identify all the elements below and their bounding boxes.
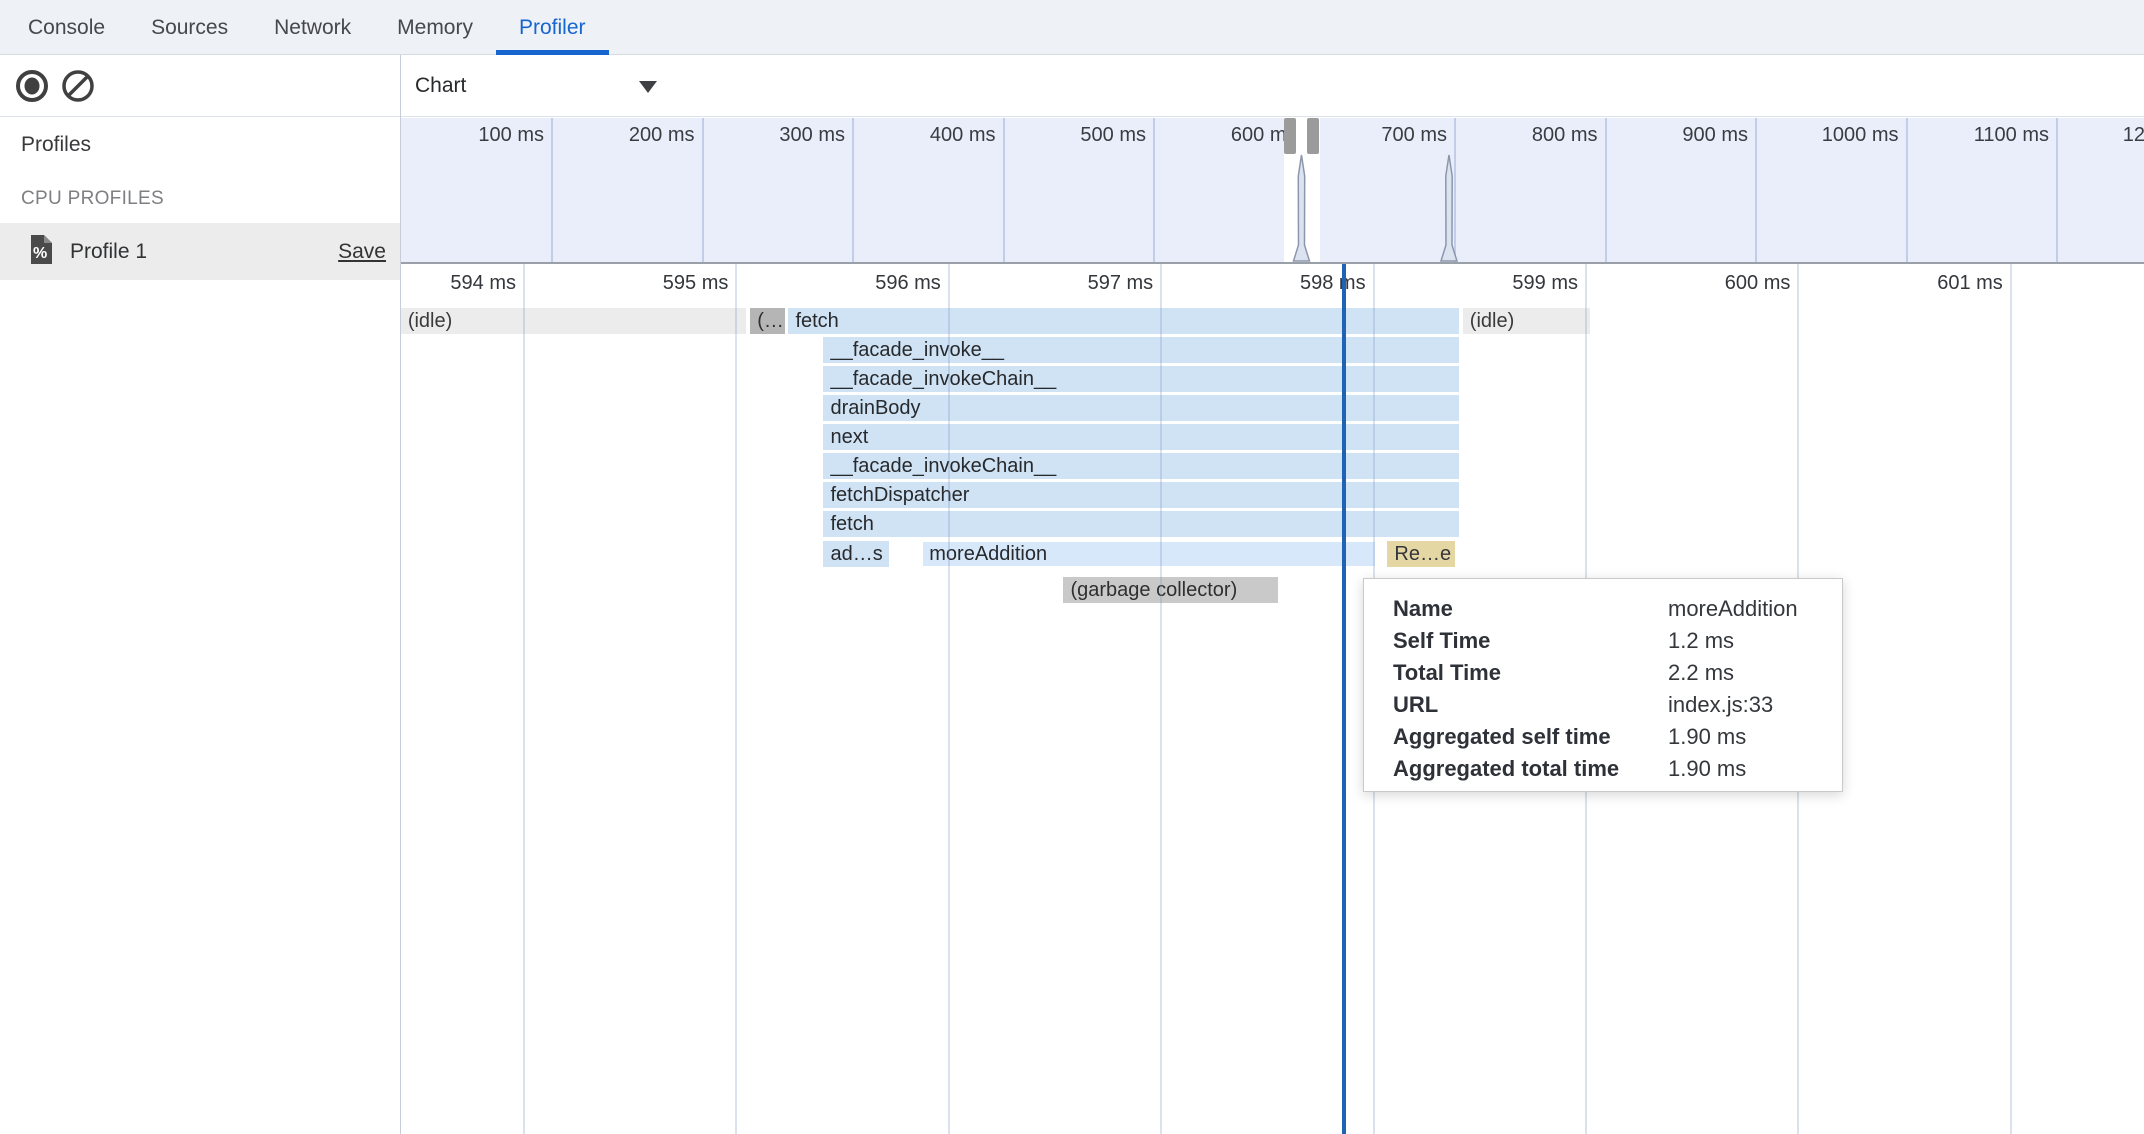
svg-text:%: % — [33, 245, 47, 262]
tooltip-value: 1.90 ms — [1668, 756, 1746, 781]
view-mode-select[interactable]: Chart — [415, 66, 665, 106]
flame-frame-moreaddition[interactable]: moreAddition — [922, 541, 1375, 567]
detail-gridline — [1160, 264, 1162, 1134]
tooltip-label: Name — [1393, 593, 1668, 625]
selection-left-handle[interactable] — [1284, 118, 1296, 154]
sidebar-item-profile-1[interactable]: % Profile 1 Save — [0, 223, 400, 280]
file-percent-icon: % — [28, 234, 54, 270]
detail-tick-label: 601 ms — [1843, 272, 2003, 295]
tab-console[interactable]: Console — [5, 0, 128, 54]
devtools-window: ConsoleSourcesNetworkMemoryProfiler Char… — [0, 0, 2144, 1134]
flame-frame--garbage-collector-[interactable]: (garbage collector) — [1063, 577, 1278, 603]
selection-right-handle[interactable] — [1307, 118, 1319, 154]
detail-tick-label: 600 ms — [1630, 272, 1790, 295]
tooltip-row: Aggregated self time1.90 ms — [1393, 721, 1842, 753]
devtools-tabbar: ConsoleSourcesNetworkMemoryProfiler — [0, 0, 2144, 55]
clear-profiles-button[interactable] — [60, 68, 96, 104]
flame-frame--[interactable]: (… — [750, 308, 785, 334]
flame-frame-fetch[interactable]: fetch — [788, 308, 1458, 334]
tooltip-label: Aggregated total time — [1393, 753, 1668, 785]
view-mode-value: Chart — [415, 74, 466, 98]
tab-memory[interactable]: Memory — [374, 0, 496, 54]
flame-frame--idle-[interactable]: (idle) — [401, 308, 746, 334]
detail-gridline — [735, 264, 737, 1134]
chevron-down-icon — [639, 81, 657, 93]
record-profile-button[interactable] — [14, 68, 50, 104]
tooltip-value: index.js:33 — [1668, 692, 1773, 717]
record-icon — [14, 92, 50, 107]
tooltip-value: 1.2 ms — [1668, 628, 1734, 653]
flame-frame--facade-invokechain-[interactable]: __facade_invokeChain__ — [823, 366, 1458, 392]
detail-tick-label: 599 ms — [1418, 272, 1578, 295]
current-time-marker — [1342, 264, 1346, 1134]
tooltip-value: moreAddition — [1668, 596, 1798, 621]
detail-tick-label: 596 ms — [781, 272, 941, 295]
tooltip-label: Total Time — [1393, 657, 1668, 689]
profiles-sidebar: Profiles CPU PROFILES % Profile 1 Save — [0, 117, 400, 1134]
flame-frame-re-e[interactable]: Re…e — [1387, 541, 1455, 567]
tab-sources[interactable]: Sources — [128, 0, 251, 54]
tooltip-value: 2.2 ms — [1668, 660, 1734, 685]
flame-frame-fetchdispatcher[interactable]: fetchDispatcher — [823, 482, 1458, 508]
detail-tick-label: 597 ms — [993, 272, 1153, 295]
tooltip-row: Total Time2.2 ms — [1393, 657, 1842, 689]
tab-network[interactable]: Network — [251, 0, 374, 54]
tooltip-label: Self Time — [1393, 625, 1668, 657]
tab-profiler[interactable]: Profiler — [496, 0, 609, 54]
profiles-header: Profiles — [21, 133, 400, 157]
tooltip-row: Self Time1.2 ms — [1393, 625, 1842, 657]
tooltip-row: URLindex.js:33 — [1393, 689, 1842, 721]
detail-gridline — [523, 264, 525, 1134]
save-profile-link[interactable]: Save — [338, 240, 386, 264]
profiler-toolbar — [0, 56, 400, 117]
flame-frame--idle-[interactable]: (idle) — [1463, 308, 1590, 334]
overview-activity-spikes — [401, 118, 2144, 262]
tooltip-label: Aggregated self time — [1393, 721, 1668, 753]
detail-tick-label: 594 ms — [401, 272, 516, 295]
tooltip-row: Aggregated total time1.90 ms — [1393, 753, 1842, 785]
frame-tooltip: NamemoreAdditionSelf Time1.2 msTotal Tim… — [1363, 578, 1843, 792]
flame-frame-next[interactable]: next — [823, 424, 1458, 450]
profile-item-label: Profile 1 — [70, 240, 147, 264]
flame-frame-ad-s[interactable]: ad…s — [823, 541, 889, 567]
flame-frame--facade-invoke-[interactable]: __facade_invoke__ — [823, 337, 1458, 363]
clear-icon — [60, 92, 96, 107]
tooltip-value: 1.90 ms — [1668, 724, 1746, 749]
tooltip-label: URL — [1393, 689, 1668, 721]
flame-frame-drainbody[interactable]: drainBody — [823, 395, 1458, 421]
detail-gridline — [948, 264, 950, 1134]
timeline-overview[interactable]: 100 ms200 ms300 ms400 ms500 ms600 ms700 … — [401, 118, 2144, 264]
detail-tick-label: 595 ms — [568, 272, 728, 295]
cpu-profiles-section-label: CPU PROFILES — [21, 188, 400, 210]
flame-chart[interactable]: 594 ms595 ms596 ms597 ms598 ms599 ms600 … — [401, 264, 2144, 1134]
flame-frame--facade-invokechain-[interactable]: __facade_invokeChain__ — [823, 453, 1458, 479]
tooltip-row: NamemoreAddition — [1393, 593, 1842, 625]
chart-toolbar: Chart — [401, 56, 2144, 117]
flame-frame-fetch[interactable]: fetch — [823, 511, 1458, 537]
detail-gridline — [2010, 264, 2012, 1134]
